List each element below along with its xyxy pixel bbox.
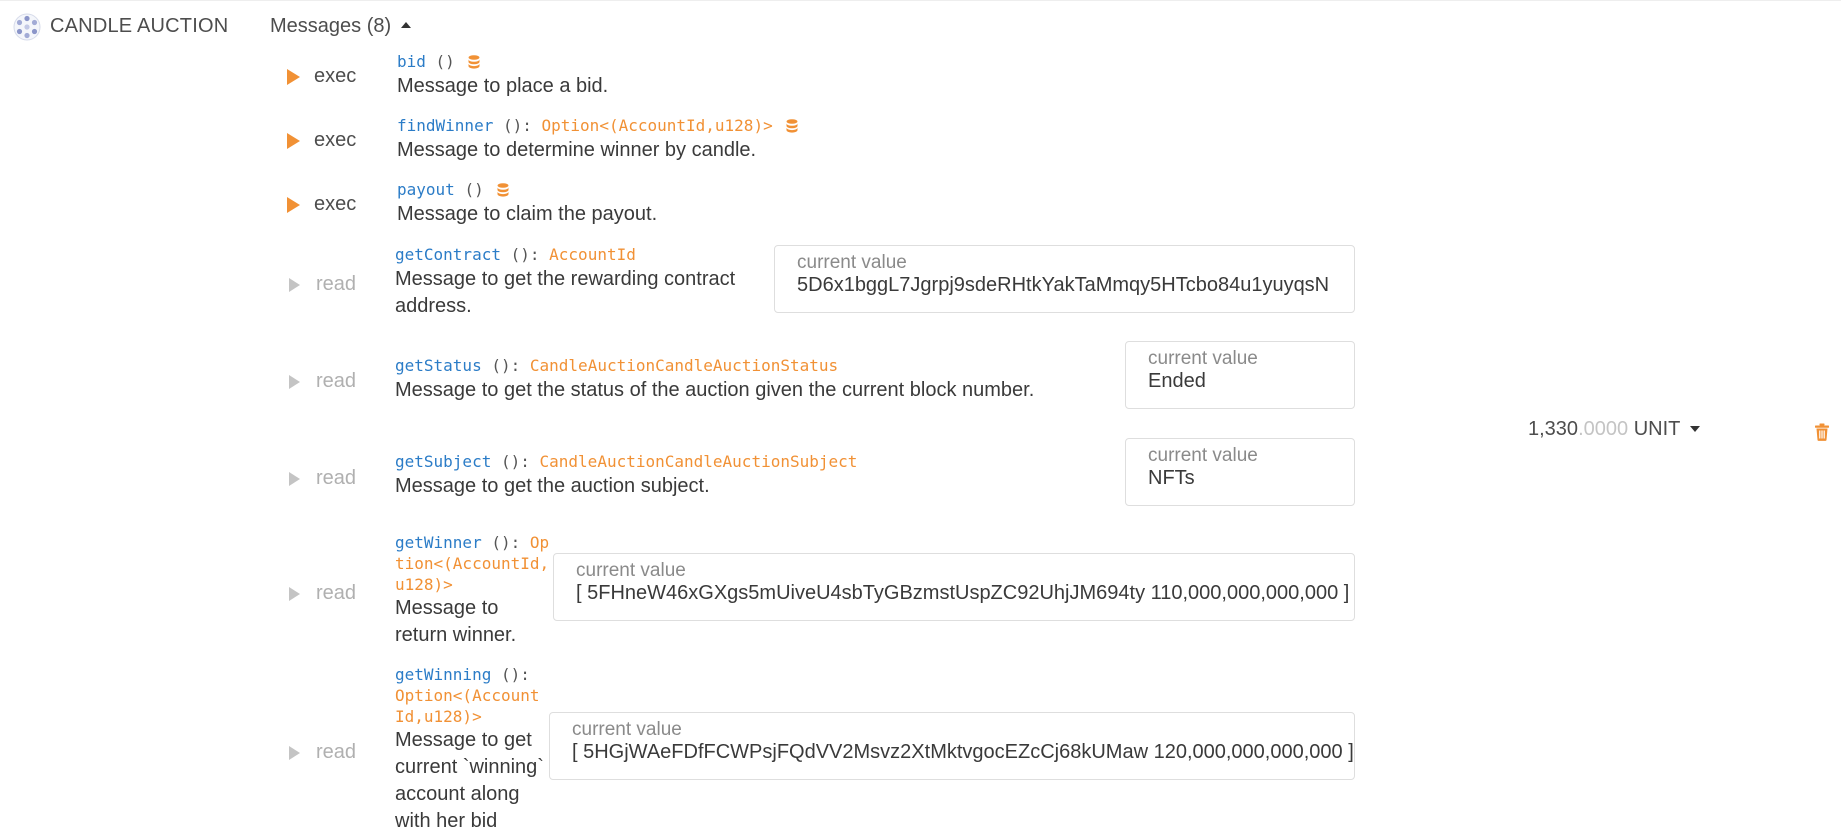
message-return-type: CandleAuctionCandleAuctionSubject xyxy=(539,452,858,471)
message-return-type: CandleAuctionCandleAuctionStatus xyxy=(529,356,839,375)
message-name: getWinner xyxy=(395,533,482,552)
message-description: Message to get the status of the auction… xyxy=(395,379,1035,401)
play-icon xyxy=(287,196,300,213)
message-params: () xyxy=(464,180,484,199)
balance-dropdown[interactable]: 1,330.0000 UNIT xyxy=(1528,418,1701,441)
run-label: exec xyxy=(314,193,357,215)
read-button-getsubject[interactable]: read xyxy=(289,467,356,490)
run-label: exec xyxy=(314,129,357,151)
message-params: (): xyxy=(510,245,540,264)
read-button-getcontract[interactable]: read xyxy=(289,273,356,296)
message-name: getWinning xyxy=(395,665,492,684)
message-return-type: Option<(AccountId,u128)> xyxy=(395,686,540,726)
message-name: findWinner xyxy=(397,116,494,135)
message-description: Message to get the rewarding contract ad… xyxy=(395,268,736,317)
mutates-storage-icon xyxy=(786,119,798,133)
message-signature: getStatus (): CandleAuctionCandleAuction… xyxy=(395,355,838,376)
message-params: (): xyxy=(502,116,532,135)
message-description: Message to return winner. xyxy=(395,597,517,646)
message-signature: getContract (): AccountId xyxy=(395,244,636,265)
message-return-type: Option<(AccountId,u128)> xyxy=(541,116,773,135)
message-description: Message to determine winner by candle. xyxy=(397,139,757,161)
read-button-getwinner[interactable]: read xyxy=(289,582,356,605)
current-value-label: current value xyxy=(797,252,907,273)
read-button-getwinning[interactable]: read xyxy=(289,741,356,764)
message-signature: payout () xyxy=(397,179,509,200)
current-value: Ended xyxy=(1148,370,1206,392)
message-description: Message to get the auction subject. xyxy=(395,475,710,497)
exec-button-payout[interactable]: exec xyxy=(287,193,356,216)
current-value: 5D6x1bggL7Jgrpj9sdeRHtkYakTaMmqy5HTcbo84… xyxy=(797,274,1330,296)
run-label: read xyxy=(316,273,357,295)
play-icon xyxy=(289,374,300,389)
message-signature: getSubject (): CandleAuctionCandleAuctio… xyxy=(395,451,857,472)
exec-button-bid[interactable]: exec xyxy=(287,65,356,88)
play-icon xyxy=(289,277,300,292)
top-divider xyxy=(0,0,1841,1)
balance-unit: UNIT xyxy=(1633,418,1681,440)
play-icon xyxy=(289,745,300,760)
message-description: Message to get current `winning` account… xyxy=(395,729,544,832)
read-button-getstatus[interactable]: read xyxy=(289,370,356,393)
message-signature: bid () xyxy=(397,51,480,72)
message-signature: findWinner (): Option<(AccountId,u128)> xyxy=(397,115,798,136)
contract-identicon-icon xyxy=(13,13,41,41)
message-params: () xyxy=(435,52,455,71)
balance-decimals: .0000 xyxy=(1578,418,1629,440)
current-value: [ 5HGjWAeFDfFCWPsjFQdVV2Msvz2XtMktvgocEZ… xyxy=(572,741,1354,763)
current-value-field-getwinner: current value [ 5FHneW46xGXgs5mUiveU4sbT… xyxy=(553,553,1355,621)
run-label: read xyxy=(316,741,357,763)
current-value: NFTs xyxy=(1148,467,1195,489)
message-return-type: AccountId xyxy=(549,245,636,264)
run-label: exec xyxy=(314,65,357,87)
trash-icon[interactable] xyxy=(1814,423,1830,441)
message-name: bid xyxy=(397,52,426,71)
message-params: (): xyxy=(500,452,530,471)
current-value-field-getsubject: current value NFTs xyxy=(1125,438,1355,506)
run-label: read xyxy=(316,582,357,604)
message-description: Message to claim the payout. xyxy=(397,203,658,225)
exec-button-findwinner[interactable]: exec xyxy=(287,129,356,152)
message-name: payout xyxy=(397,180,455,199)
play-icon xyxy=(287,132,300,149)
balance-integer: 1,330 xyxy=(1528,418,1579,440)
message-name: getContract xyxy=(395,245,501,264)
run-label: read xyxy=(316,370,357,392)
current-value: [ 5FHneW46xGXgs5mUiveU4sbTyGBzmstUspZC92… xyxy=(576,582,1350,604)
chevron-up-icon xyxy=(401,22,412,28)
message-params: (): xyxy=(491,533,521,552)
play-icon xyxy=(289,586,300,601)
mutates-storage-icon xyxy=(468,55,480,69)
message-name: getStatus xyxy=(395,356,482,375)
current-value-field-getcontract: current value 5D6x1bggL7Jgrpj9sdeRHtkYak… xyxy=(774,245,1355,313)
message-description: Message to place a bid. xyxy=(397,75,609,97)
run-label: read xyxy=(316,467,357,489)
message-params: (): xyxy=(500,665,530,684)
current-value-label: current value xyxy=(576,560,686,581)
chevron-down-icon xyxy=(1690,426,1701,432)
message-signature: getWinning (): Option<(AccountId,u128)> xyxy=(395,664,545,727)
message-name: getSubject xyxy=(395,452,492,471)
message-signature: getWinner (): Option<(AccountId,u128)> xyxy=(395,532,553,595)
messages-toggle-label: Messages (8) xyxy=(270,15,392,37)
current-value-label: current value xyxy=(1148,348,1258,369)
message-params: (): xyxy=(491,356,521,375)
current-value-label: current value xyxy=(1148,445,1258,466)
current-value-field-getwinning: current value [ 5HGjWAeFDfFCWPsjFQdVV2Ms… xyxy=(549,712,1355,780)
play-icon xyxy=(287,68,300,85)
mutates-storage-icon xyxy=(497,183,509,197)
messages-toggle[interactable]: Messages (8) xyxy=(270,15,412,38)
contract-name: CANDLE AUCTION xyxy=(50,15,229,37)
current-value-label: current value xyxy=(572,719,682,740)
current-value-field-getstatus: current value Ended xyxy=(1125,341,1355,409)
play-icon xyxy=(289,471,300,486)
